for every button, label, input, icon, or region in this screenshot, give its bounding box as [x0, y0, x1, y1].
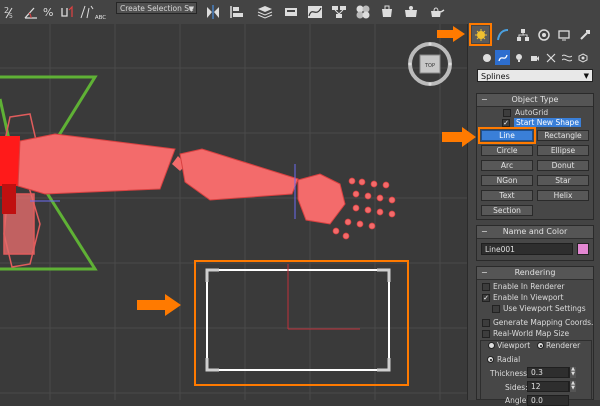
- helix-button[interactable]: Helix: [537, 190, 589, 201]
- use-viewport-settings-checkbox[interactable]: [492, 305, 500, 313]
- finger-shapes: [332, 177, 396, 240]
- name-color-header[interactable]: − Name and Color: [477, 226, 593, 239]
- category-value: Splines: [481, 72, 510, 81]
- svg-text:5: 5: [9, 13, 13, 20]
- enable-in-renderer-label: Enable In Renderer: [493, 282, 565, 291]
- use-viewport-settings-label: Use Viewport Settings: [503, 304, 586, 313]
- generate-mapping-checkbox[interactable]: [482, 319, 490, 327]
- top-viewport[interactable]: TOP: [0, 24, 467, 400]
- chevron-down-icon: ▼: [583, 72, 589, 80]
- snap-2-5d-icon[interactable]: 25: [2, 3, 19, 20]
- star-button[interactable]: Star: [537, 175, 589, 186]
- enable-in-viewport-checkbox[interactable]: ✓: [482, 294, 490, 302]
- enable-in-viewport-label: Enable In Viewport: [493, 293, 564, 302]
- thickness-label: Thickness:: [490, 369, 530, 378]
- rendering-title: Rendering: [514, 268, 556, 277]
- ribbon-icon[interactable]: [282, 3, 299, 20]
- render-icon[interactable]: [428, 3, 445, 20]
- lights-icon[interactable]: [511, 50, 526, 65]
- forearm-shape: [179, 148, 299, 201]
- schematic-view-icon[interactable]: [330, 3, 347, 20]
- upper-arm-shape: [17, 133, 176, 195]
- motion-tab[interactable]: [535, 26, 552, 43]
- start-new-shape-label[interactable]: Start New Shape: [514, 118, 581, 127]
- svg-text:%: %: [43, 6, 53, 19]
- thickness-field[interactable]: 0.3: [527, 367, 569, 378]
- donut-button[interactable]: Donut: [537, 160, 589, 171]
- real-world-map-checkbox[interactable]: [482, 330, 490, 338]
- ellipse-button[interactable]: Ellipse: [537, 145, 589, 156]
- arrow-right-icon: [437, 26, 465, 42]
- collapse-icon: −: [481, 95, 488, 104]
- object-type-title: Object Type: [511, 95, 559, 104]
- mirror-icon[interactable]: [204, 3, 221, 20]
- line-button-highlight: [478, 127, 536, 144]
- geometry-icon[interactable]: [479, 50, 494, 65]
- start-new-shape-checkbox[interactable]: ✓: [502, 119, 510, 127]
- space-warps-icon[interactable]: [559, 50, 574, 65]
- text-button[interactable]: Text: [481, 190, 533, 201]
- sides-field[interactable]: 12: [527, 381, 569, 392]
- rectangle-button[interactable]: Rectangle: [537, 130, 589, 141]
- enable-in-renderer-checkbox[interactable]: [482, 283, 490, 291]
- arc-button[interactable]: Arc: [481, 160, 533, 171]
- display-tab[interactable]: [555, 26, 572, 43]
- curve-editor-icon[interactable]: [306, 3, 323, 20]
- shapes-icon[interactable]: [495, 50, 510, 65]
- sides-spinner[interactable]: ▲ ▼: [569, 381, 576, 392]
- main-toolbar: 25 % ABC Create Selection Se ▼: [0, 0, 600, 25]
- thickness-spinner[interactable]: ▲ ▼: [569, 367, 576, 378]
- renderer-radio[interactable]: [537, 342, 544, 349]
- hierarchy-tab[interactable]: [514, 26, 531, 43]
- layer-manager-icon[interactable]: [256, 3, 273, 20]
- radial-radio[interactable]: [487, 356, 494, 363]
- generate-mapping-label: Generate Mapping Coords.: [493, 318, 594, 327]
- ngon-button[interactable]: NGon: [481, 175, 533, 186]
- selection-set-text: Create Selection Se: [120, 4, 194, 13]
- viewcube-label[interactable]: TOP: [424, 63, 435, 69]
- hand-shape: [297, 173, 346, 225]
- spinner-snap-icon[interactable]: [58, 3, 75, 20]
- real-world-map-label: Real-World Map Size: [493, 329, 570, 338]
- autogrid-label: AutoGrid: [515, 108, 549, 117]
- arrow-right-icon: [442, 127, 476, 147]
- object-color-swatch[interactable]: [577, 243, 589, 255]
- circle-button[interactable]: Circle: [481, 145, 533, 156]
- viewport-radio[interactable]: [488, 342, 495, 349]
- helpers-icon[interactable]: [543, 50, 558, 65]
- align-icon[interactable]: [228, 3, 245, 20]
- angle-snap-icon[interactable]: [22, 3, 39, 20]
- cameras-icon[interactable]: [527, 50, 542, 65]
- object-name-field[interactable]: Line001: [481, 243, 573, 255]
- category-dropdown[interactable]: Splines ▼: [477, 69, 593, 82]
- renderer-radio-label: Renderer: [546, 341, 581, 350]
- chevron-down-icon: ▼: [188, 5, 194, 13]
- rendered-frame-icon[interactable]: [402, 3, 419, 20]
- viewport-radio-label: Viewport: [497, 341, 531, 350]
- name-color-title: Name and Color: [502, 227, 568, 236]
- sides-label: Sides:: [505, 383, 528, 392]
- modify-tab[interactable]: [494, 26, 511, 43]
- systems-icon[interactable]: [575, 50, 590, 65]
- object-type-header[interactable]: − Object Type: [477, 94, 593, 107]
- create-tab-highlight: [469, 23, 492, 46]
- collapse-icon: −: [481, 268, 488, 277]
- material-editor-icon[interactable]: [354, 3, 371, 20]
- angle-field[interactable]: 0.0: [527, 395, 569, 406]
- percent-snap-icon[interactable]: %: [40, 3, 57, 20]
- radial-label: Radial: [497, 355, 521, 364]
- render-setup-icon[interactable]: [378, 3, 395, 20]
- selection-set-dropdown[interactable]: Create Selection Se ▼: [116, 2, 197, 14]
- autogrid-checkbox[interactable]: [503, 109, 511, 117]
- arrow-right-icon: [137, 294, 181, 316]
- rectangle-highlight-box: [194, 260, 409, 386]
- section-button[interactable]: Section: [481, 205, 533, 216]
- collapse-icon: −: [481, 227, 488, 236]
- utilities-tab[interactable]: [576, 26, 593, 43]
- rendering-header[interactable]: − Rendering: [477, 267, 593, 280]
- angle-label: Angle:: [505, 396, 529, 405]
